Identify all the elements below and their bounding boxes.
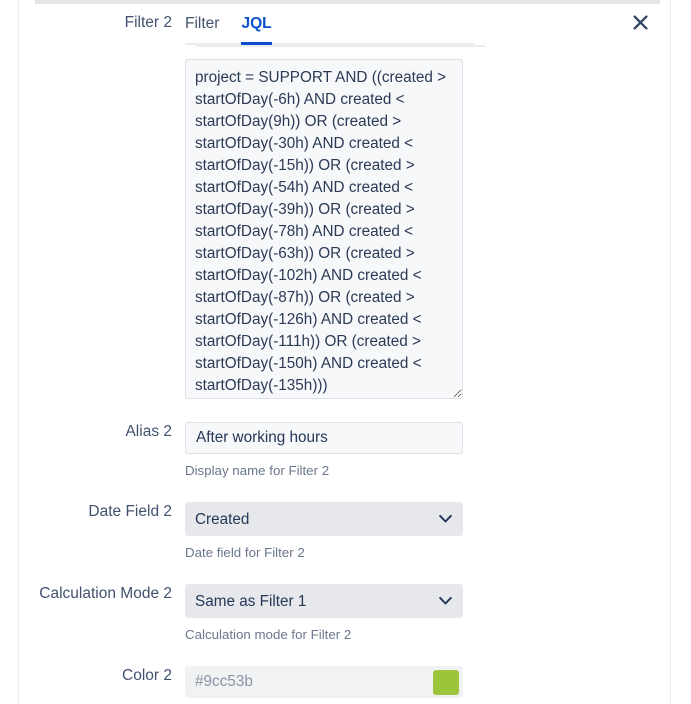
filter-form: Filter 2 Filter JQL Alias 2 Display name…: [0, 0, 670, 704]
filter-config-panel: Filter 2 Filter JQL Alias 2 Display name…: [0, 0, 691, 704]
calculation-mode-help-text: Calculation mode for Filter 2: [185, 627, 352, 642]
calculation-mode-select[interactable]: Same as Filter 1: [185, 584, 463, 618]
date-field-row: Date Field 2 Created Date field for Filt…: [0, 502, 670, 562]
jql-textarea[interactable]: [185, 59, 463, 399]
date-field-select[interactable]: Created: [185, 502, 463, 536]
tab-underline-extension: [196, 45, 485, 47]
color-swatch[interactable]: [433, 669, 459, 695]
tab-list: Filter JQL: [185, 13, 475, 45]
date-field-label: Date Field 2: [88, 503, 172, 520]
color-label: Color 2: [122, 667, 172, 684]
filter-label: Filter 2: [124, 14, 172, 31]
date-field-help-text: Date field for Filter 2: [185, 545, 305, 560]
alias-label: Alias 2: [125, 423, 172, 440]
calculation-mode-select-wrap: Same as Filter 1: [185, 584, 463, 618]
date-field-container: Created Date field for Filter 2: [185, 502, 463, 562]
calculation-mode-container: Same as Filter 1 Calculation mode for Fi…: [185, 584, 463, 644]
jql-row: [0, 59, 670, 404]
alias-help-text: Display name for Filter 2: [185, 463, 330, 478]
tabs-container: Filter JQL: [185, 13, 475, 45]
alias-input[interactable]: [185, 422, 463, 454]
color-field-container: Line color for Filter 2: [185, 666, 463, 704]
panel-right-divider: [670, 0, 671, 704]
alias-row: Alias 2 Display name for Filter 2: [0, 422, 670, 480]
calculation-mode-label: Calculation Mode 2: [39, 585, 172, 602]
tab-jql[interactable]: JQL: [241, 13, 272, 45]
color-row: Color 2 Line color for Filter 2: [0, 666, 670, 704]
color-hex-input[interactable]: [185, 666, 433, 698]
calculation-mode-row: Calculation Mode 2 Same as Filter 1 Calc…: [0, 584, 670, 644]
color-input-wrap: [185, 666, 463, 698]
filter-tabs-row: Filter 2 Filter JQL: [0, 13, 670, 45]
date-field-select-wrap: Created: [185, 502, 463, 536]
alias-field-container: Display name for Filter 2: [185, 422, 463, 480]
jql-field-container: [185, 59, 463, 404]
tab-filter[interactable]: Filter: [185, 13, 219, 45]
